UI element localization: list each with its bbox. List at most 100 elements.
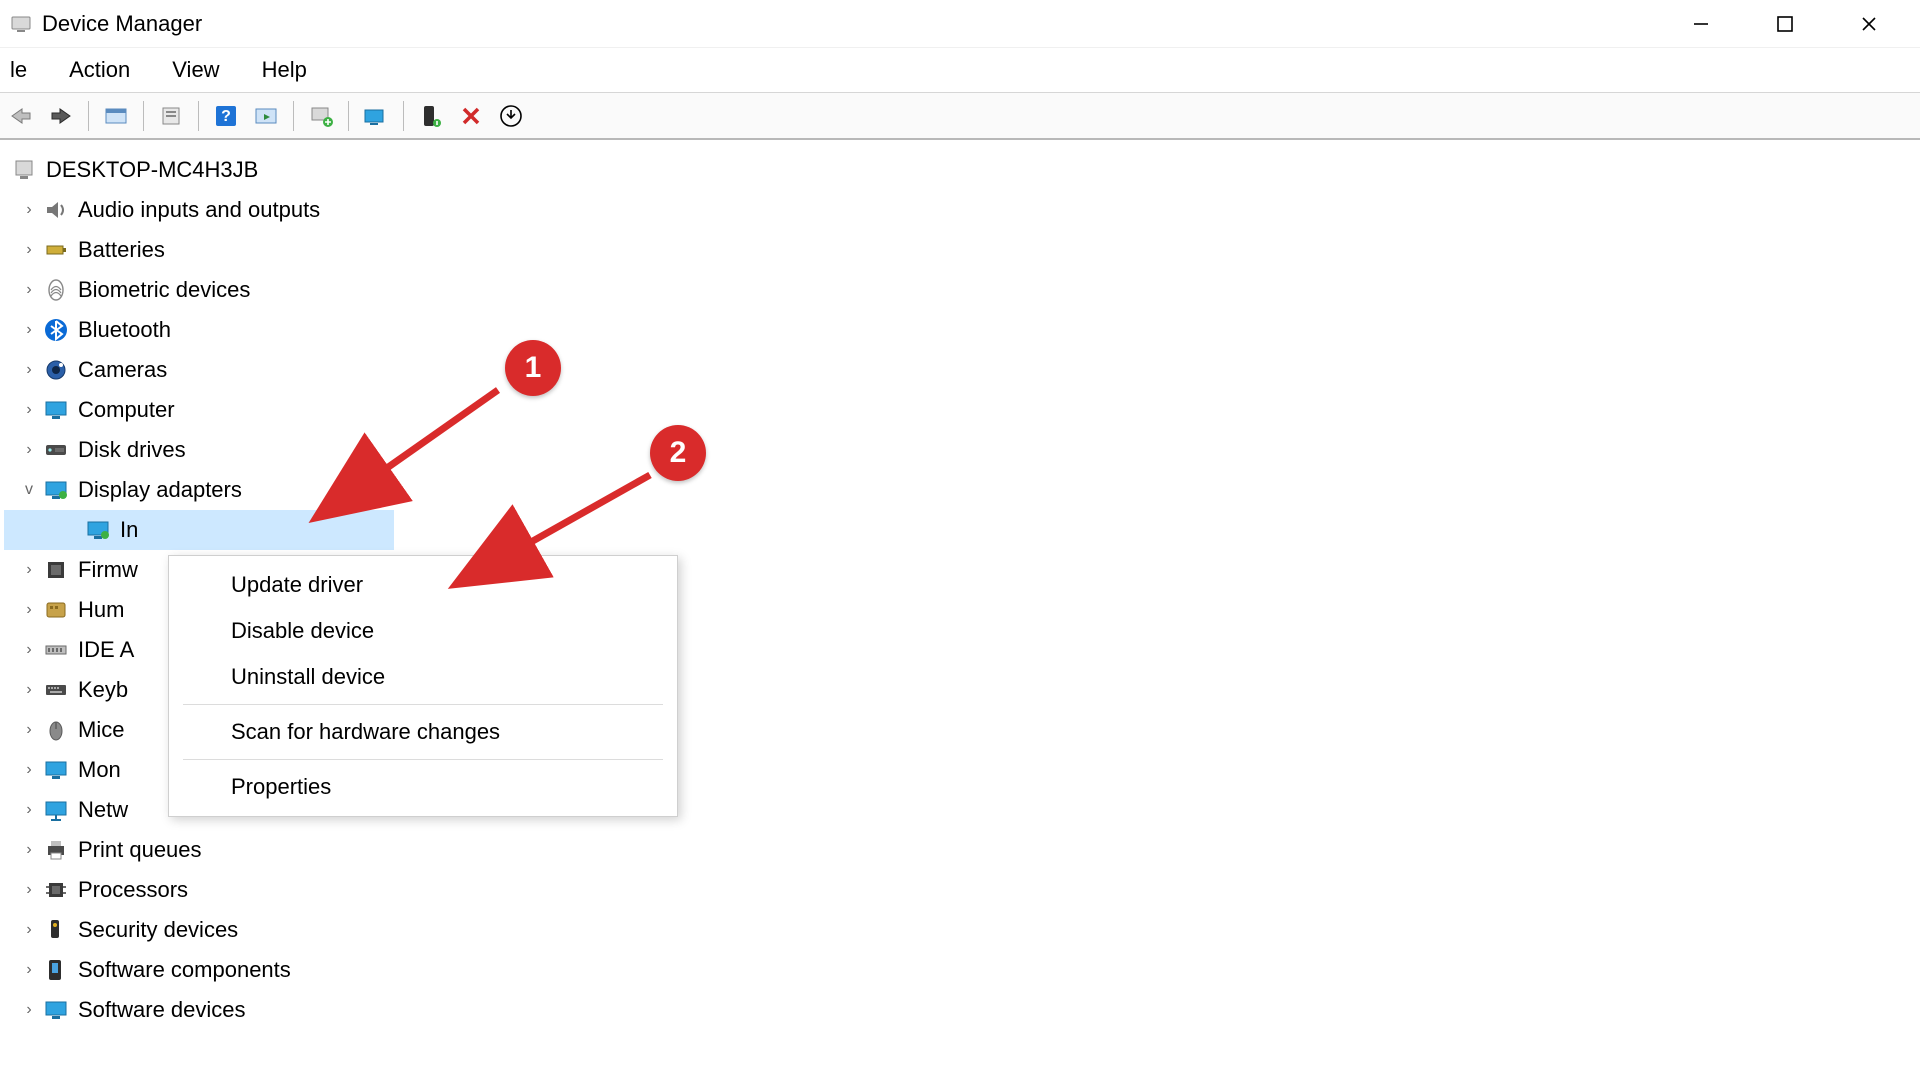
toolbar-enable-device-button[interactable] [361,101,391,131]
computer-icon [42,396,70,424]
toolbar-separator [143,101,144,131]
context-menu-disable-device[interactable]: Disable device [169,608,677,654]
tree-category-battery[interactable]: › Batteries [4,230,1916,270]
toolbar-add-legacy-button[interactable] [496,101,526,131]
expander-icon[interactable]: › [18,921,40,939]
keyboard-icon [42,676,70,704]
tree-category-display[interactable]: v Display adapters [4,470,1916,510]
bluetooth-icon [42,316,70,344]
tree-category-label: Audio inputs and outputs [78,197,320,223]
toolbar-forward-button[interactable] [46,101,76,131]
close-button[interactable] [1856,11,1882,37]
menu-file[interactable]: le [4,53,33,87]
tree-category-label: IDE A [78,637,134,663]
context-menu-uninstall-device[interactable]: Uninstall device [169,654,677,700]
toolbar: ? [0,92,1920,140]
camera-icon [42,356,70,384]
toolbar-scan-button[interactable] [251,101,281,131]
expander-icon[interactable]: › [18,401,40,419]
expander-icon[interactable]: › [18,961,40,979]
menu-action[interactable]: Action [63,53,136,87]
tree-category-label: Software devices [78,997,246,1023]
expander-icon[interactable]: › [18,881,40,899]
menu-help[interactable]: Help [256,53,313,87]
tree-category-swdev[interactable]: › Software devices [4,990,1916,1030]
network-icon [42,796,70,824]
expander-icon[interactable]: › [18,201,40,219]
toolbar-back-button[interactable] [6,101,36,131]
tree-category-label: Biometric devices [78,277,250,303]
expander-icon[interactable]: › [18,361,40,379]
tree-device-label: In [120,517,138,543]
tree-category-label: Netw [78,797,128,823]
context-menu: Update driverDisable deviceUninstall dev… [168,555,678,817]
display-icon [42,476,70,504]
context-menu-separator [183,759,663,760]
expander-icon[interactable]: › [18,241,40,259]
expander-icon[interactable]: › [18,281,40,299]
toolbar-separator [293,101,294,131]
tree-category-security[interactable]: › Security devices [4,910,1916,950]
toolbar-update-driver-button[interactable] [306,101,336,131]
window-title: Device Manager [42,11,1688,37]
tree-category-label: Print queues [78,837,202,863]
ide-icon [42,636,70,664]
expander-icon[interactable]: › [18,1001,40,1019]
printer-icon [42,836,70,864]
tree-category-printer[interactable]: › Print queues [4,830,1916,870]
expander-icon[interactable]: › [18,841,40,859]
tree-category-label: Disk drives [78,437,186,463]
menubar: le Action View Help [0,48,1920,92]
toolbar-show-hidden-button[interactable] [101,101,131,131]
toolbar-separator [198,101,199,131]
context-menu-properties[interactable]: Properties [169,764,677,810]
tree-root[interactable]: DESKTOP-MC4H3JB [4,150,1916,190]
tree-category-label: Display adapters [78,477,242,503]
tree-category-cpu[interactable]: › Processors [4,870,1916,910]
expander-icon[interactable]: › [18,721,40,739]
toolbar-help-button[interactable]: ? [211,101,241,131]
context-menu-update-driver[interactable]: Update driver [169,562,677,608]
expander-icon[interactable]: v [18,481,40,499]
titlebar: Device Manager [0,0,1920,48]
audio-icon [42,196,70,224]
toolbar-separator [88,101,89,131]
tree-category-swcomp[interactable]: › Software components [4,950,1916,990]
tree-category-label: Processors [78,877,188,903]
expander-icon[interactable]: › [18,641,40,659]
tree-category-camera[interactable]: › Cameras [4,350,1916,390]
toolbar-properties-button[interactable] [156,101,186,131]
tree-category-label: Computer [78,397,175,423]
expander-icon[interactable]: › [18,321,40,339]
device-manager-window: Device Manager le Action View Help [0,0,1920,1080]
swdev-icon [42,996,70,1024]
tree-category-audio[interactable]: › Audio inputs and outputs [4,190,1916,230]
expander-icon[interactable]: › [18,801,40,819]
expander-icon[interactable]: › [18,561,40,579]
tree-category-label: Firmw [78,557,138,583]
monitor-icon [42,756,70,784]
svg-text:?: ? [221,108,231,125]
maximize-button[interactable] [1772,11,1798,37]
tree-category-disk[interactable]: › Disk drives [4,430,1916,470]
expander-icon[interactable]: › [18,681,40,699]
menu-view[interactable]: View [166,53,225,87]
tree-category-computer[interactable]: › Computer [4,390,1916,430]
tree-category-label: Mice [78,717,124,743]
expander-icon[interactable]: › [18,601,40,619]
tree-category-biometric[interactable]: › Biometric devices [4,270,1916,310]
tree-category-label: Software components [78,957,291,983]
minimize-button[interactable] [1688,11,1714,37]
toolbar-uninstall-device-button[interactable] [456,101,486,131]
tree-root-label: DESKTOP-MC4H3JB [46,157,258,183]
tree-device-item[interactable]: In [4,510,1916,550]
context-menu-scan-for-hardware-changes[interactable]: Scan for hardware changes [169,709,677,755]
toolbar-disable-device-button[interactable] [416,101,446,131]
expander-icon[interactable]: › [18,761,40,779]
tree-category-bluetooth[interactable]: › Bluetooth [4,310,1916,350]
firmware-icon [42,556,70,584]
expander-icon[interactable]: › [18,441,40,459]
tree-category-label: Bluetooth [78,317,171,343]
computer-root-icon [10,156,38,184]
display-icon [84,516,112,544]
